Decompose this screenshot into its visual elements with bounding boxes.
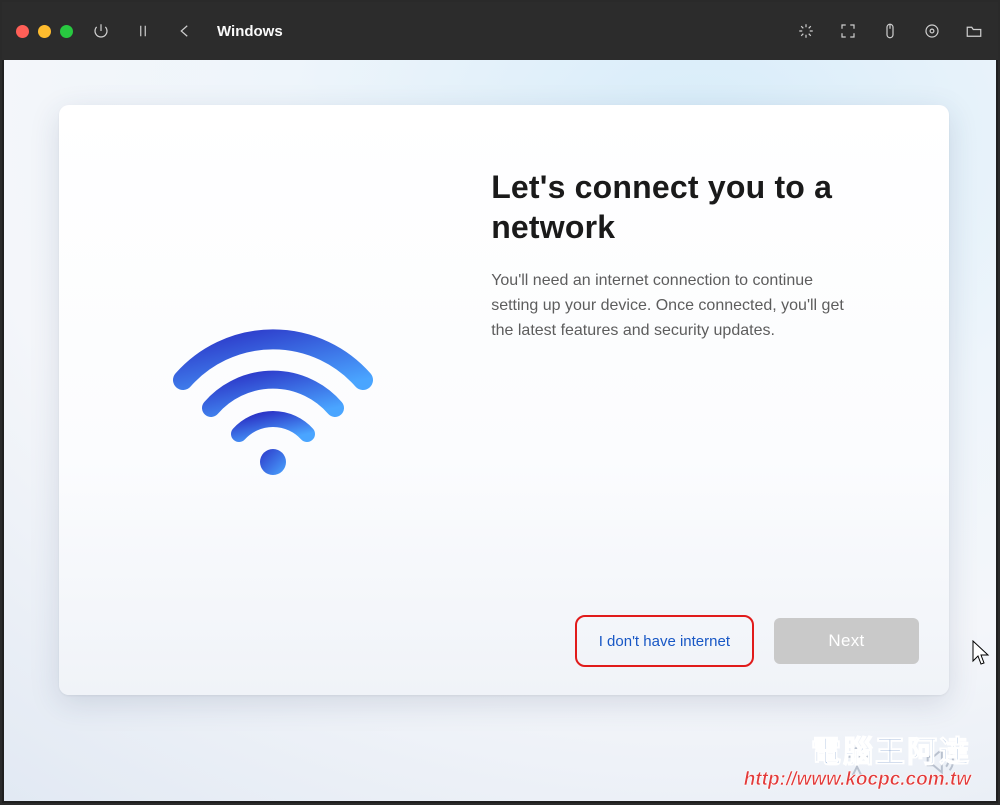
page-description: You'll need an internet connection to co… — [491, 269, 851, 343]
minimize-window-button[interactable] — [38, 25, 51, 38]
annotation-highlight: I don't have internet — [575, 615, 754, 667]
page-title: Let's connect you to a network — [491, 167, 899, 247]
vm-titlebar: Windows — [2, 2, 998, 60]
vm-title: Windows — [217, 23, 283, 40]
guest-screen: Let's connect you to a network You'll ne… — [4, 60, 996, 801]
mouse-icon[interactable] — [880, 21, 900, 41]
content-pane: Let's connect you to a network You'll ne… — [486, 105, 949, 695]
no-internet-button[interactable]: I don't have internet — [579, 619, 750, 663]
zoom-window-button[interactable] — [60, 25, 73, 38]
illustration-pane — [59, 105, 486, 695]
pause-icon[interactable] — [133, 21, 153, 41]
activity-icon[interactable] — [796, 21, 816, 41]
bottom-tray — [840, 744, 956, 783]
expand-icon[interactable] — [838, 21, 858, 41]
volume-icon[interactable] — [922, 744, 956, 783]
window-traffic-lights — [16, 25, 73, 38]
action-bar: I don't have internet Next — [575, 615, 919, 667]
disc-icon[interactable] — [922, 21, 942, 41]
back-icon[interactable] — [175, 21, 195, 41]
power-icon[interactable] — [91, 21, 111, 41]
oobe-card: Let's connect you to a network You'll ne… — [59, 105, 949, 695]
next-button[interactable]: Next — [774, 618, 919, 664]
folder-icon[interactable] — [964, 21, 984, 41]
close-window-button[interactable] — [16, 25, 29, 38]
accessibility-icon[interactable] — [840, 744, 874, 783]
wifi-icon — [163, 310, 383, 490]
cursor-icon — [972, 640, 990, 666]
